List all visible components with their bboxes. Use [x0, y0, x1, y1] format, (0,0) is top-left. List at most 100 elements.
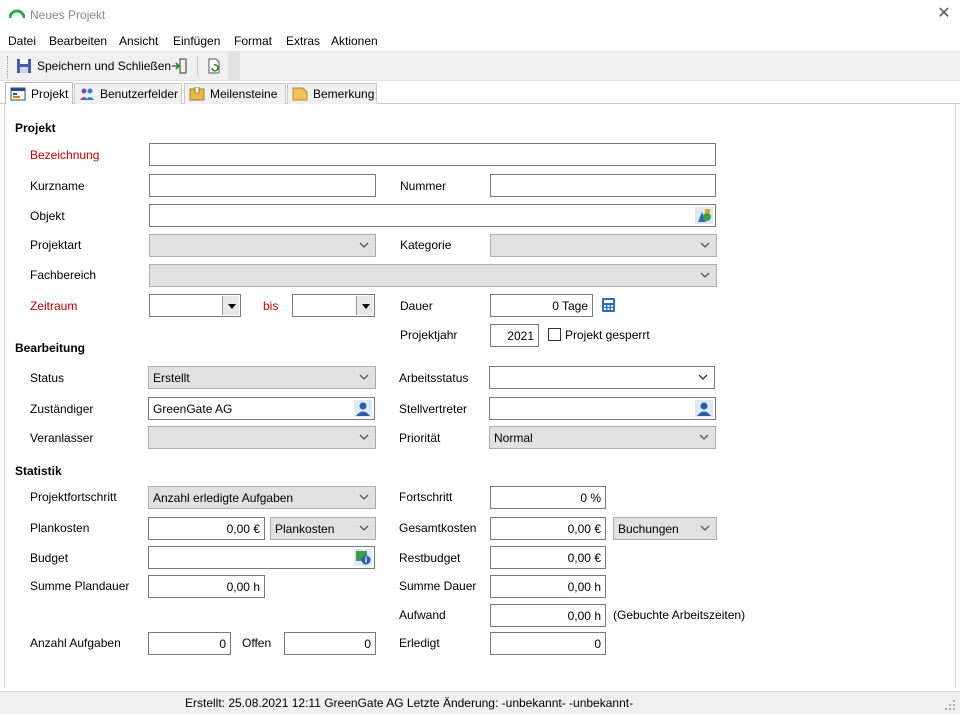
fachbereich-select[interactable] — [149, 264, 717, 287]
fortschritt-value: 0 % — [580, 491, 601, 505]
projektart-label: Projektart — [30, 238, 82, 252]
restbudget-value: 0,00 € — [567, 551, 601, 565]
status-bar-text: Erstellt: 25.08.2021 12:11 GreenGate AG … — [185, 696, 634, 710]
kategorie-select[interactable] — [490, 234, 717, 257]
calculator-icon[interactable] — [601, 297, 616, 313]
gesamtkosten-label: Gesamtkosten — [399, 521, 477, 535]
tab-bemerkung[interactable]: Bemerkung — [287, 83, 377, 104]
refresh-document-icon — [208, 58, 220, 74]
status-label: Status — [30, 371, 65, 385]
stellvertreter-label: Stellvertreter — [399, 402, 468, 416]
plankosten-value: 0,00 € — [226, 522, 260, 536]
objekt-field[interactable] — [149, 204, 716, 227]
plankosten-type-select[interactable]: Plankosten — [270, 517, 376, 540]
veranlasser-select[interactable] — [148, 426, 376, 449]
menu-extras[interactable]: Extras — [286, 34, 320, 48]
bezeichnung-field[interactable] — [149, 143, 716, 166]
chevron-down-icon — [359, 374, 369, 380]
object-picker-icon[interactable] — [695, 207, 713, 224]
users-icon — [80, 88, 94, 100]
gesamtkosten-field[interactable]: 0,00 € — [490, 517, 606, 540]
tab-projekt[interactable]: Projekt — [5, 82, 73, 104]
erledigt-field[interactable]: 0 — [490, 632, 606, 655]
projektfortschritt-label: Projektfortschritt — [30, 490, 117, 504]
date-dropdown-icon[interactable] — [356, 296, 373, 315]
export-button[interactable] — [171, 55, 187, 77]
zeitraum-start-date[interactable] — [149, 294, 241, 317]
dauer-label: Dauer — [400, 299, 433, 313]
projekt-gesperrt-label: Projekt gesperrt — [565, 328, 650, 342]
nummer-label: Nummer — [400, 179, 447, 193]
gesamtkosten-type-value: Buchungen — [618, 522, 679, 536]
plankosten-field[interactable]: 0,00 € — [148, 517, 265, 540]
section-bearbeitung-title: Bearbeitung — [15, 341, 86, 355]
anzahl-aufgaben-field[interactable]: 0 — [148, 632, 231, 655]
arbeitsstatus-select[interactable] — [489, 366, 715, 389]
offen-field[interactable]: 0 — [284, 632, 376, 655]
objekt-label: Objekt — [30, 209, 65, 223]
zustaendiger-label: Zuständiger — [30, 402, 94, 416]
person-picker-icon[interactable] — [354, 400, 372, 417]
prioritaet-select[interactable]: Normal — [489, 426, 716, 449]
erledigt-value: 0 — [594, 637, 601, 651]
summe-plandauer-field[interactable]: 0,00 h — [148, 575, 265, 598]
prioritaet-value: Normal — [494, 431, 533, 445]
menu-ansicht[interactable]: Ansicht — [119, 34, 158, 48]
close-icon[interactable]: ✕ — [935, 5, 953, 23]
menu-format[interactable]: Format — [234, 34, 272, 48]
summe-plandauer-label: Summe Plandauer — [30, 579, 130, 593]
projektjahr-value: 2021 — [507, 329, 534, 343]
restbudget-field[interactable]: 0,00 € — [490, 546, 606, 569]
kurzname-field[interactable] — [149, 174, 376, 197]
menu-datei[interactable]: Datei — [8, 34, 36, 48]
budget-label: Budget — [30, 551, 69, 565]
menu-aktionen[interactable]: Aktionen — [331, 34, 378, 48]
project-icon — [10, 87, 26, 100]
dauer-field[interactable]: 0 Tage — [490, 294, 593, 317]
budget-field[interactable] — [148, 546, 375, 569]
date-dropdown-icon[interactable] — [222, 296, 239, 315]
fortschritt-field[interactable]: 0 % — [490, 486, 606, 509]
chevron-down-icon — [698, 374, 708, 380]
fortschritt-label: Fortschritt — [399, 490, 453, 504]
summe-dauer-value: 0,00 h — [567, 580, 601, 594]
save-close-button[interactable]: Speichern und Schließen — [16, 55, 171, 77]
person-picker-icon[interactable] — [695, 400, 713, 417]
summe-dauer-label: Summe Dauer — [399, 579, 477, 593]
anzahl-aufgaben-value: 0 — [219, 637, 226, 651]
toolbar-end — [228, 52, 240, 80]
offen-value: 0 — [364, 637, 371, 651]
projekt-gesperrt-checkbox[interactable] — [548, 328, 561, 341]
nummer-field[interactable] — [490, 174, 716, 197]
menu-einfuegen[interactable]: Einfügen — [173, 34, 220, 48]
milestone-icon — [189, 87, 205, 101]
zustaendiger-field[interactable]: GreenGate AG — [148, 397, 375, 420]
chevron-down-icon — [700, 242, 710, 248]
export-icon — [172, 58, 187, 74]
zeitraum-end-date[interactable] — [292, 294, 375, 317]
resize-grip-icon[interactable] — [944, 699, 956, 711]
tab-benutzerfelder[interactable]: Benutzerfelder — [74, 83, 182, 104]
section-projekt-title: Projekt — [15, 121, 56, 135]
projektfortschritt-select[interactable]: Anzahl erledigte Aufgaben — [148, 486, 376, 509]
chevron-down-icon — [359, 525, 369, 531]
stellvertreter-field[interactable] — [489, 397, 716, 420]
aufwand-note: (Gebuchte Arbeitszeiten) — [613, 608, 746, 622]
aufwand-field[interactable]: 0,00 h — [490, 604, 606, 627]
gesamtkosten-type-select[interactable]: Buchungen — [613, 517, 717, 540]
summe-dauer-field[interactable]: 0,00 h — [490, 575, 606, 598]
restbudget-label: Restbudget — [399, 551, 461, 565]
projektart-select[interactable] — [149, 234, 376, 257]
menu-bearbeiten[interactable]: Bearbeiten — [49, 34, 107, 48]
toolbar-grip[interactable] — [7, 56, 9, 78]
menu-bar: Datei Bearbeiten Ansicht Einfügen Format… — [0, 31, 960, 51]
dauer-value: 0 Tage — [552, 299, 588, 313]
window-title: Neues Projekt — [30, 8, 106, 22]
projektjahr-field[interactable]: 2021 — [490, 324, 539, 347]
arbeitsstatus-label: Arbeitsstatus — [399, 371, 469, 385]
status-select[interactable]: Erstellt — [148, 366, 376, 389]
budget-info-icon[interactable] — [354, 549, 372, 566]
refresh-button[interactable] — [206, 55, 222, 77]
save-close-label: Speichern und Schließen — [37, 59, 172, 73]
tab-meilensteine[interactable]: Meilensteine — [184, 83, 286, 104]
